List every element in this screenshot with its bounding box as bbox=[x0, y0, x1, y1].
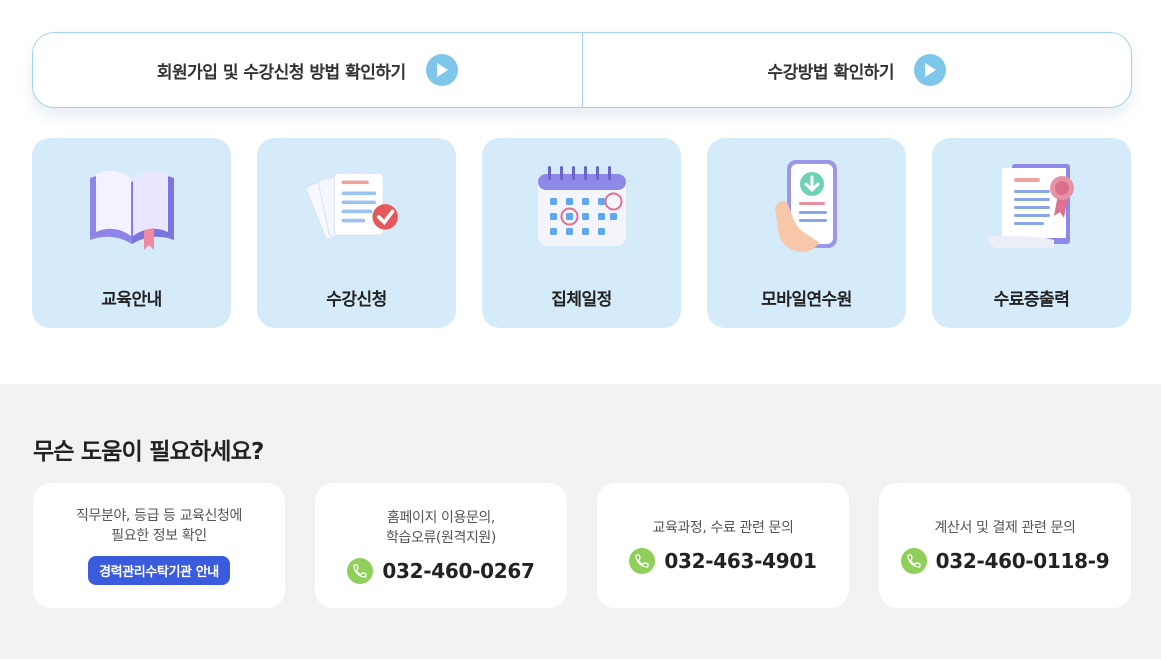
menu-label: 교육안내 bbox=[101, 290, 162, 310]
help-cards: 직무분야, 등급 등 교육신청에 필요한 정보 확인 경력관리수탁기관 안내 홈… bbox=[33, 483, 1131, 608]
help-card-career-info: 직무분야, 등급 등 교육신청에 필요한 정보 확인 경력관리수탁기관 안내 bbox=[33, 483, 285, 608]
help-section: 무슨 도움이 필요하세요? 직무분야, 등급 등 교육신청에 필요한 정보 확인… bbox=[0, 384, 1161, 659]
help-desc-line: 직무분야, 등급 등 교육신청에 bbox=[76, 508, 242, 524]
quick-menu: 교육안내 수강신청 집체일정 모바일연수원 수료증출력 bbox=[32, 138, 1132, 328]
study-guide-label: 수강방법 확인하기 bbox=[767, 62, 895, 83]
menu-card-certificate-print[interactable]: 수료증출력 bbox=[932, 138, 1131, 328]
help-desc: 교육과정, 수료 관련 문의 bbox=[652, 518, 793, 538]
mobile-download-icon bbox=[757, 160, 857, 252]
phone-line[interactable]: 032-463-4901 bbox=[629, 547, 817, 574]
signup-guide-link[interactable]: 회원가입 및 수강신청 방법 확인하기 bbox=[33, 33, 582, 107]
study-guide-link[interactable]: 수강방법 확인하기 bbox=[581, 33, 1132, 107]
certificate-icon bbox=[982, 160, 1082, 252]
help-desc: 홈페이지 이용문의, 학습오류(원격지원) bbox=[386, 508, 496, 548]
phone-number: 032-460-0267 bbox=[382, 558, 535, 583]
phone-line[interactable]: 032-460-0267 bbox=[347, 557, 535, 584]
help-desc-line: 교육과정, 수료 관련 문의 bbox=[652, 519, 794, 536]
menu-card-education-info[interactable]: 교육안내 bbox=[32, 138, 231, 328]
career-agency-button[interactable]: 경력관리수탁기관 안내 bbox=[88, 556, 230, 585]
help-card-payment-inquiry: 계산서 및 결제 관련 문의 032-460-0118-9 bbox=[879, 483, 1131, 608]
play-icon[interactable] bbox=[425, 54, 458, 86]
help-desc: 계산서 및 결제 관련 문의 bbox=[934, 518, 1075, 538]
signup-guide-label: 회원가입 및 수강신청 방법 확인하기 bbox=[156, 62, 406, 83]
play-icon[interactable] bbox=[914, 54, 947, 86]
phone-number: 032-463-4901 bbox=[664, 548, 817, 573]
documents-check-icon bbox=[306, 160, 407, 252]
help-desc: 직무분야, 등급 등 교육신청에 필요한 정보 확인 bbox=[76, 506, 242, 546]
help-card-course-inquiry: 교육과정, 수료 관련 문의 032-463-4901 bbox=[597, 483, 849, 608]
phone-number: 032-460-0118-9 bbox=[935, 548, 1110, 573]
phone-icon bbox=[900, 547, 927, 574]
menu-card-course-registration[interactable]: 수강신청 bbox=[257, 138, 456, 328]
phone-line[interactable]: 032-460-0118-9 bbox=[900, 547, 1110, 574]
help-desc-line: 계산서 및 결제 관련 문의 bbox=[934, 519, 1076, 536]
menu-label: 집체일정 bbox=[551, 290, 612, 310]
phone-icon bbox=[347, 557, 374, 584]
open-book-icon bbox=[82, 160, 182, 252]
help-desc-line: 홈페이지 이용문의, bbox=[387, 509, 495, 526]
help-card-homepage-inquiry: 홈페이지 이용문의, 학습오류(원격지원) 032-460-0267 bbox=[315, 483, 567, 608]
help-desc-line: 필요한 정보 확인 bbox=[111, 528, 207, 544]
video-guide-bar: 회원가입 및 수강신청 방법 확인하기 수강방법 확인하기 bbox=[32, 32, 1132, 108]
menu-card-group-schedule[interactable]: 집체일정 bbox=[482, 138, 681, 328]
calendar-icon bbox=[532, 160, 632, 252]
menu-label: 수료증출력 bbox=[993, 290, 1070, 310]
menu-card-mobile-academy[interactable]: 모바일연수원 bbox=[707, 138, 906, 328]
help-title: 무슨 도움이 필요하세요? bbox=[33, 439, 264, 465]
menu-label: 모바일연수원 bbox=[761, 290, 852, 310]
help-desc-line: 학습오류(원격지원) bbox=[386, 529, 496, 546]
phone-icon bbox=[629, 547, 656, 574]
menu-label: 수강신청 bbox=[326, 290, 387, 310]
